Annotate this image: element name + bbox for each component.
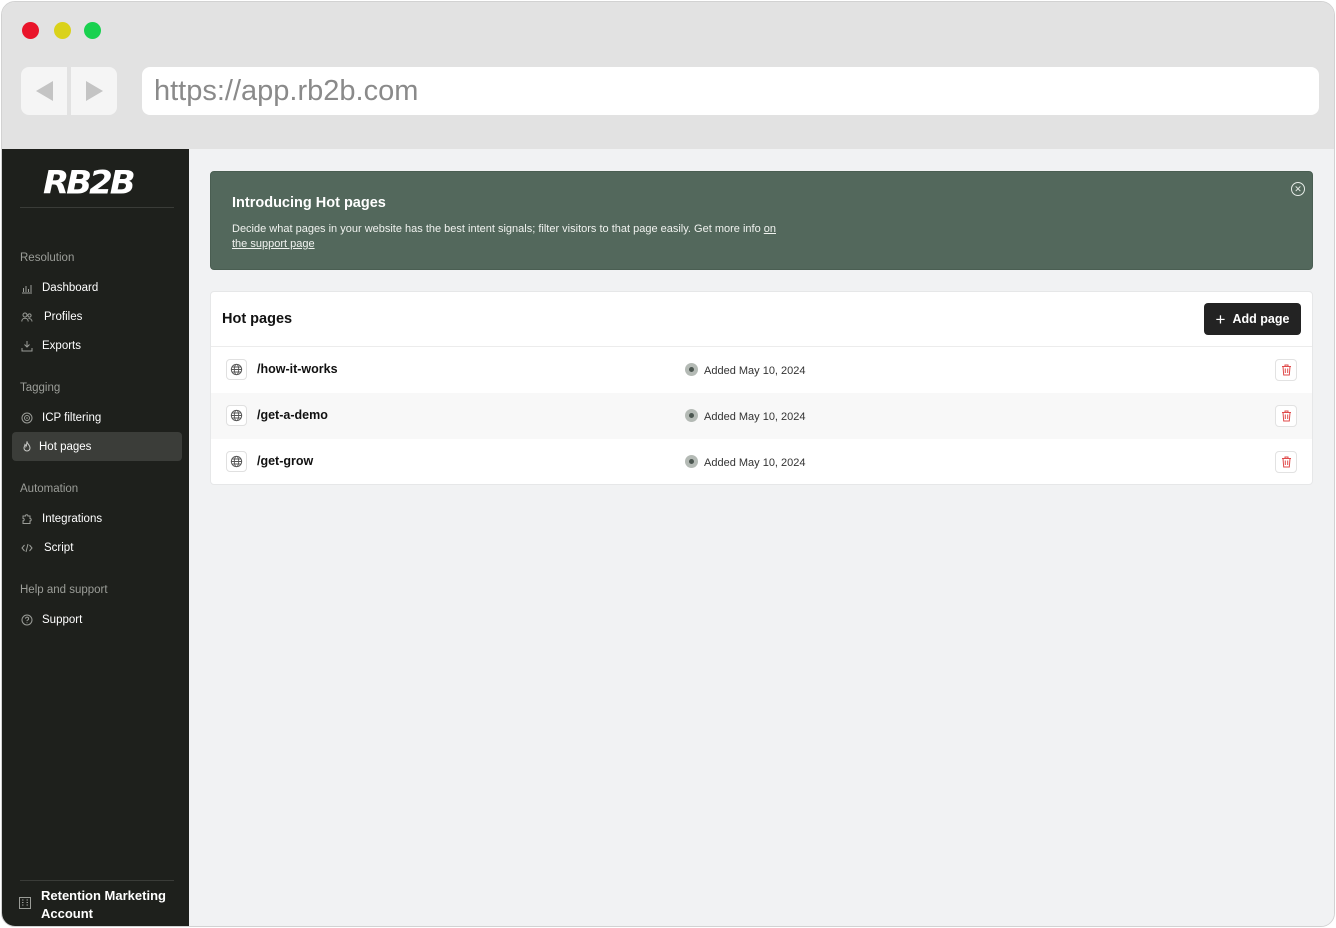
- chart-icon: [20, 281, 34, 295]
- help-icon: [20, 613, 34, 627]
- section-label-tagging: Tagging: [20, 382, 61, 394]
- users-icon: [20, 310, 34, 324]
- sidebar-item-exports[interactable]: Exports: [12, 331, 182, 360]
- sidebar-item-label: Integrations: [42, 512, 103, 525]
- forward-button[interactable]: [71, 67, 117, 115]
- sidebar-item-hot-pages[interactable]: Hot pages: [12, 432, 182, 461]
- banner-text: Decide what pages in your website has th…: [232, 222, 792, 251]
- back-arrow-icon: [35, 81, 53, 101]
- browser-chrome: https://app.rb2b.com: [2, 2, 1334, 149]
- status-dot-icon: [685, 363, 698, 376]
- trash-icon: [1281, 364, 1291, 376]
- target-icon: [20, 411, 34, 425]
- rb2b-logo[interactable]: RB2B: [43, 164, 136, 202]
- sidebar-item-label: Support: [42, 613, 83, 626]
- minimize-window-button[interactable]: [54, 22, 71, 39]
- intro-banner: Introducing Hot pages Decide what pages …: [210, 171, 1313, 270]
- account-name: Retention Marketing Account: [41, 888, 166, 921]
- status-dot-icon: [685, 409, 698, 422]
- sidebar-item-script[interactable]: Script: [12, 533, 182, 562]
- flame-icon: [20, 440, 34, 454]
- banner-description: Decide what pages in your website has th…: [232, 223, 761, 235]
- section-label-help: Help and support: [20, 584, 108, 596]
- sidebar-item-label: Hot pages: [39, 440, 92, 453]
- page-path: /get-a-demo: [257, 408, 328, 422]
- forward-arrow-icon: [85, 81, 103, 101]
- globe-icon: [226, 405, 247, 426]
- close-window-button[interactable]: [22, 22, 39, 39]
- page-path: /how-it-works: [257, 362, 338, 376]
- table-row[interactable]: /how-it-works Added May 10, 2024: [211, 347, 1312, 393]
- browser-window: https://app.rb2b.com RB2B Resolution Das…: [1, 1, 1335, 927]
- sidebar-item-label: Profiles: [44, 310, 83, 323]
- sidebar: RB2B Resolution Dashboard Profiles Expor…: [2, 149, 189, 926]
- address-bar[interactable]: https://app.rb2b.com: [142, 67, 1319, 115]
- close-circle-icon[interactable]: ✕: [1291, 182, 1305, 196]
- maximize-window-button[interactable]: [84, 22, 101, 39]
- sidebar-item-label: Script: [44, 541, 74, 554]
- divider: [20, 207, 174, 208]
- delete-button[interactable]: [1275, 405, 1297, 427]
- main-content: Introducing Hot pages Decide what pages …: [189, 149, 1334, 926]
- globe-icon: [226, 359, 247, 380]
- added-date: Added May 10, 2024: [704, 411, 806, 423]
- add-page-button[interactable]: + Add page: [1204, 303, 1301, 335]
- sidebar-item-label: Exports: [42, 339, 81, 352]
- divider: [20, 880, 174, 881]
- section-label-resolution: Resolution: [20, 252, 75, 264]
- trash-icon: [1281, 456, 1291, 468]
- back-button[interactable]: [21, 67, 67, 115]
- banner-title: Introducing Hot pages: [232, 195, 386, 211]
- sidebar-item-integrations[interactable]: Integrations: [12, 504, 182, 533]
- account-switcher[interactable]: Retention Marketing Account: [18, 887, 178, 923]
- code-icon: [20, 541, 34, 555]
- sidebar-item-support[interactable]: Support: [12, 605, 182, 634]
- sidebar-item-profiles[interactable]: Profiles: [12, 302, 182, 331]
- sidebar-item-label: ICP filtering: [42, 411, 102, 424]
- status-dot-icon: [685, 455, 698, 468]
- download-icon: [20, 339, 34, 353]
- globe-icon: [226, 451, 247, 472]
- sidebar-item-label: Dashboard: [42, 281, 99, 294]
- building-icon: [18, 896, 32, 915]
- added-date: Added May 10, 2024: [704, 365, 806, 377]
- sidebar-item-icp-filtering[interactable]: ICP filtering: [12, 403, 182, 432]
- delete-button[interactable]: [1275, 451, 1297, 473]
- puzzle-icon: [20, 512, 34, 526]
- trash-icon: [1281, 410, 1291, 422]
- hot-pages-card: Hot pages + Add page /how-it-works Added…: [210, 291, 1313, 485]
- sidebar-item-dashboard[interactable]: Dashboard: [12, 273, 182, 302]
- card-title: Hot pages: [222, 311, 293, 327]
- add-page-label: Add page: [1232, 312, 1290, 326]
- table-row[interactable]: /get-grow Added May 10, 2024: [211, 439, 1312, 485]
- plus-icon: +: [1215, 309, 1226, 329]
- table-row[interactable]: /get-a-demo Added May 10, 2024: [211, 393, 1312, 439]
- section-label-automation: Automation: [20, 483, 79, 495]
- page-path: /get-grow: [257, 454, 314, 468]
- url-text: https://app.rb2b.com: [154, 74, 419, 107]
- delete-button[interactable]: [1275, 359, 1297, 381]
- added-date: Added May 10, 2024: [704, 457, 806, 469]
